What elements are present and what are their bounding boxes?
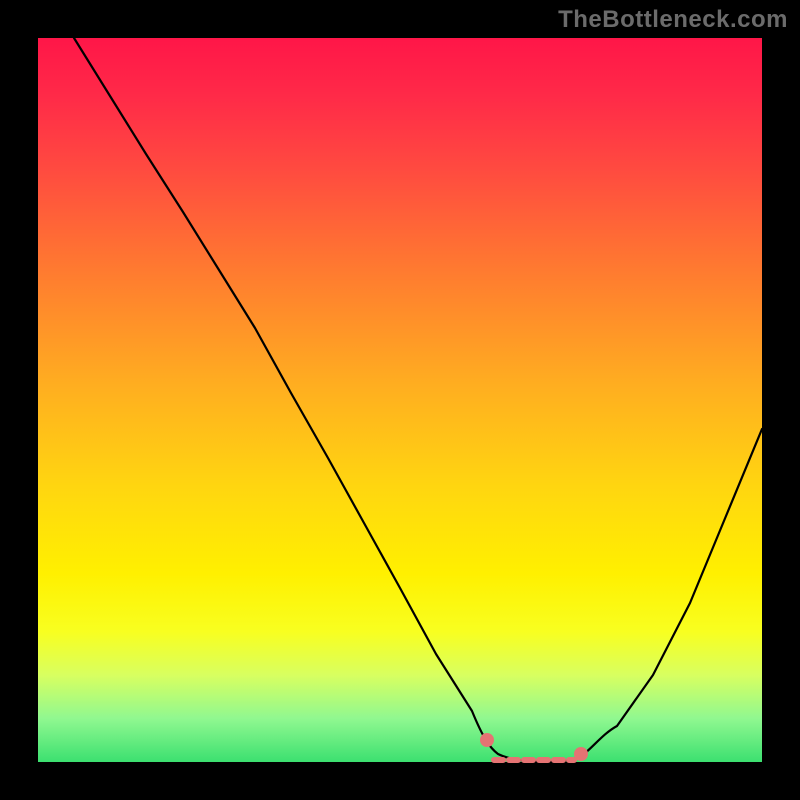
bottleneck-curve xyxy=(74,38,762,762)
plot-area xyxy=(38,38,762,762)
chart-frame: TheBottleneck.com xyxy=(0,0,800,800)
bottleneck-curve-svg xyxy=(38,38,762,762)
optimal-marker-left xyxy=(480,733,494,747)
watermark-text: TheBottleneck.com xyxy=(558,6,788,34)
